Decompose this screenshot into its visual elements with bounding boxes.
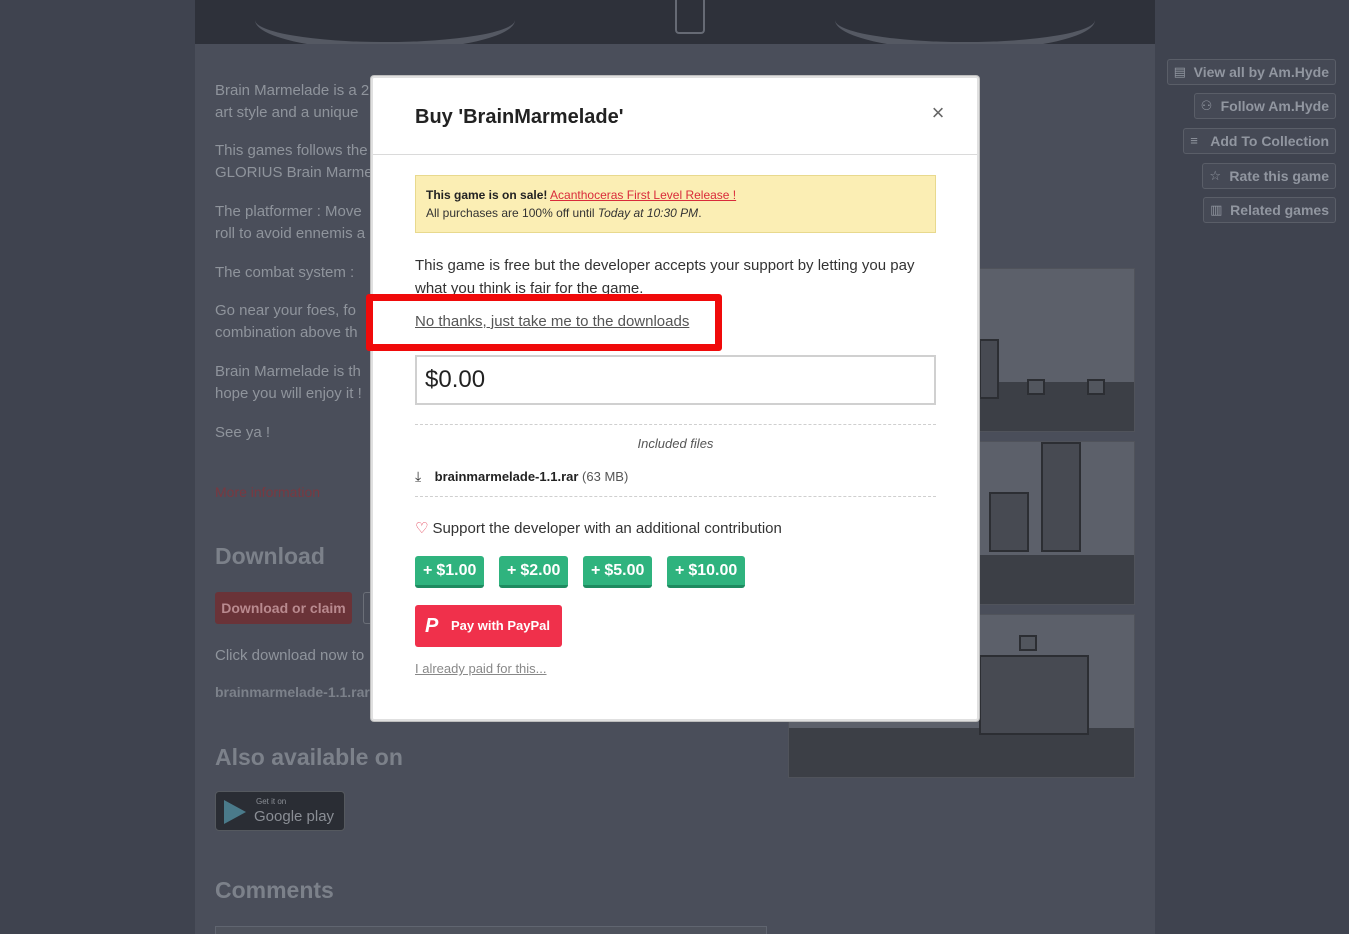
related-games-button[interactable]: ▥ Related games xyxy=(1203,197,1336,223)
map-icon: ▥ xyxy=(1210,202,1223,217)
rate-game-button[interactable]: ☆ Rate this game xyxy=(1202,163,1336,189)
description-line: art style and a unique xyxy=(215,104,359,121)
plus-icon: + xyxy=(507,562,517,579)
banner-art-center xyxy=(675,0,705,34)
sale-line2-suffix: . xyxy=(698,206,702,220)
game-banner xyxy=(195,0,1155,44)
tip-label: $1.00 xyxy=(436,562,477,579)
description-line: Go near your foes, fo xyxy=(215,302,356,319)
store-icon: ▤ xyxy=(1173,64,1186,79)
description-line: This games follows the xyxy=(215,142,368,159)
description-line: The platformer : Move xyxy=(215,203,362,220)
follow-button[interactable]: ⚇ Follow Am.Hyde xyxy=(1193,93,1336,119)
free-message: This game is free but the developer acce… xyxy=(415,257,915,297)
screenshot-structure xyxy=(979,655,1089,735)
heart-icon: ♡ xyxy=(415,520,429,537)
included-file: ⤓ brainmarmelade-1.1.rar (63 MB) xyxy=(415,468,628,485)
screenshot-structure xyxy=(979,339,999,399)
plus-icon: + xyxy=(591,562,601,579)
description-line: combination above th xyxy=(215,324,358,341)
list-add-icon: ≡ xyxy=(1190,133,1198,148)
paypal-label: Pay with PayPal xyxy=(451,618,550,633)
close-icon[interactable]: × xyxy=(929,102,947,124)
price-input[interactable] xyxy=(415,355,936,405)
view-all-button[interactable]: ▤ View all by Am.Hyde xyxy=(1166,59,1336,85)
screenshot-ground xyxy=(789,728,1134,777)
tip-label: $2.00 xyxy=(520,562,561,579)
gplay-small-text: Get it on xyxy=(256,797,287,806)
add-to-collection-button[interactable]: ≡ Add To Collection xyxy=(1183,128,1336,154)
google-play-badge[interactable]: Get it on Google play xyxy=(215,791,345,831)
description-line: Brain Marmelade is th xyxy=(215,363,361,380)
pay-with-paypal-button[interactable]: P Pay with PayPal xyxy=(415,605,562,647)
buy-modal: Buy 'BrainMarmelade' × This game is on s… xyxy=(371,76,979,721)
tip-label: $10.00 xyxy=(688,562,738,579)
paypal-icon: P xyxy=(425,615,439,637)
rate-label: Rate this game xyxy=(1229,168,1329,184)
download-or-claim-button[interactable]: Download or claim xyxy=(215,592,352,624)
sale-line2-prefix: All purchases are 100% off until xyxy=(426,206,595,220)
sale-until: Today at 10:30 PM xyxy=(597,206,699,220)
comment-input[interactable] xyxy=(215,926,767,934)
view-all-label: View all by Am.Hyde xyxy=(1193,64,1329,80)
add-collection-label: Add To Collection xyxy=(1210,133,1329,149)
add-user-icon: ⚇ xyxy=(1200,98,1213,113)
file-name: brainmarmelade-1.1.rar xyxy=(434,469,579,484)
sale-link[interactable]: Acanthoceras First Level Release ! xyxy=(550,188,736,202)
modal-header: Buy 'BrainMarmelade' × xyxy=(373,78,977,155)
download-icon: ⤓ xyxy=(415,468,422,484)
already-paid-link[interactable]: I already paid for this... xyxy=(415,661,547,676)
tip-button-5[interactable]: + $5.00 xyxy=(583,556,653,588)
support-developer: ♡ Support the developer with an additiona… xyxy=(415,519,782,537)
description-line: See ya ! xyxy=(215,424,271,441)
gplay-big-text: Google play xyxy=(254,808,335,825)
comments-heading: Comments xyxy=(215,877,334,903)
screenshot[interactable] xyxy=(978,268,1135,432)
download-hint: Click download now to xyxy=(215,647,365,664)
no-thanks-download-link[interactable]: No thanks, just take me to the downloads xyxy=(415,313,689,330)
included-files-label: Included files xyxy=(637,436,714,451)
tip-label: $5.00 xyxy=(604,562,645,579)
download-heading: Download xyxy=(215,543,325,569)
tip-button-2[interactable]: + $2.00 xyxy=(499,556,569,588)
also-available-heading: Also available on xyxy=(215,744,403,770)
support-text: Support the developer with an additional… xyxy=(432,520,782,537)
banner-art-left xyxy=(255,0,515,44)
download-filename: brainmarmelade-1.1.rar xyxy=(215,684,370,700)
screenshot-crate xyxy=(1027,379,1045,395)
description-line: The combat system : xyxy=(215,264,355,281)
google-play-icon xyxy=(224,800,246,824)
screenshot-structure xyxy=(989,492,1029,552)
sale-notice: This game is on sale! Acanthoceras First… xyxy=(415,175,936,233)
screenshot-structure xyxy=(1041,442,1081,552)
tip-button-1[interactable]: + $1.00 xyxy=(415,556,485,588)
plus-icon: + xyxy=(423,562,433,579)
description-line: hope you will enjoy it ! xyxy=(215,385,362,402)
screenshot-ground xyxy=(979,382,1134,431)
file-size: (63 MB) xyxy=(582,469,629,484)
more-information-link[interactable]: More information xyxy=(215,484,320,500)
screenshot-ground xyxy=(979,555,1134,604)
divider xyxy=(415,496,936,497)
sale-prefix: This game is on sale! xyxy=(426,188,548,202)
description-line: roll to avoid ennemis a xyxy=(215,225,366,242)
divider xyxy=(415,424,936,425)
description-line: GLORIUS Brain Marme xyxy=(215,164,373,181)
screenshot-crate xyxy=(1019,635,1037,651)
screenshot[interactable] xyxy=(978,441,1135,605)
modal-title: Buy 'BrainMarmelade' xyxy=(415,106,624,128)
related-label: Related games xyxy=(1230,202,1329,218)
plus-icon: + xyxy=(675,562,685,579)
tip-button-10[interactable]: + $10.00 xyxy=(667,556,746,588)
follow-label: Follow Am.Hyde xyxy=(1220,98,1329,114)
star-icon: ☆ xyxy=(1209,168,1222,183)
screenshot-crate xyxy=(1087,379,1105,395)
description-line: Brain Marmelade is a 2 xyxy=(215,82,370,99)
banner-art-right xyxy=(835,0,1095,44)
